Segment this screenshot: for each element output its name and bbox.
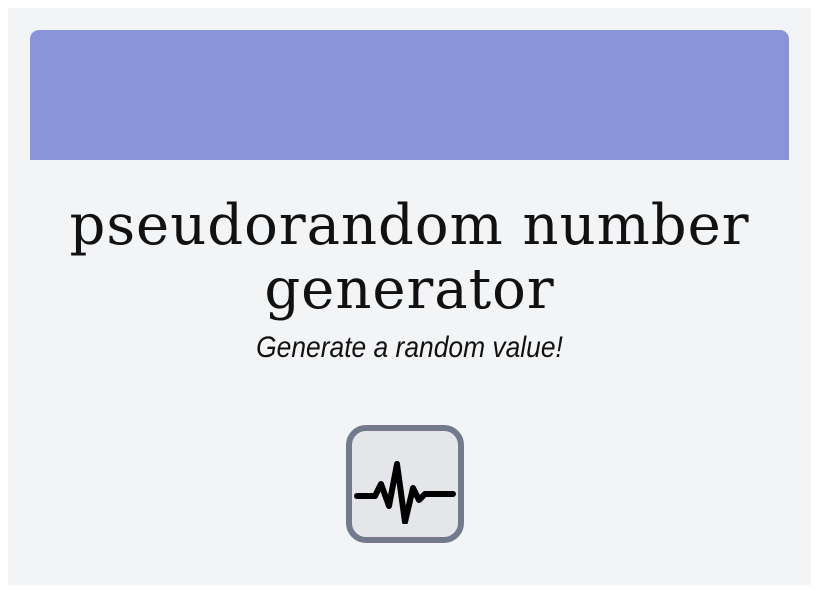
generate-button[interactable] bbox=[346, 425, 464, 543]
app-card: pseudorandom number generator Generate a… bbox=[8, 8, 811, 585]
page-title: pseudorandom number generator bbox=[69, 193, 750, 322]
page-subtitle: Generate a random value! bbox=[256, 331, 563, 364]
header-banner bbox=[30, 30, 789, 160]
waveform-icon bbox=[353, 444, 457, 524]
